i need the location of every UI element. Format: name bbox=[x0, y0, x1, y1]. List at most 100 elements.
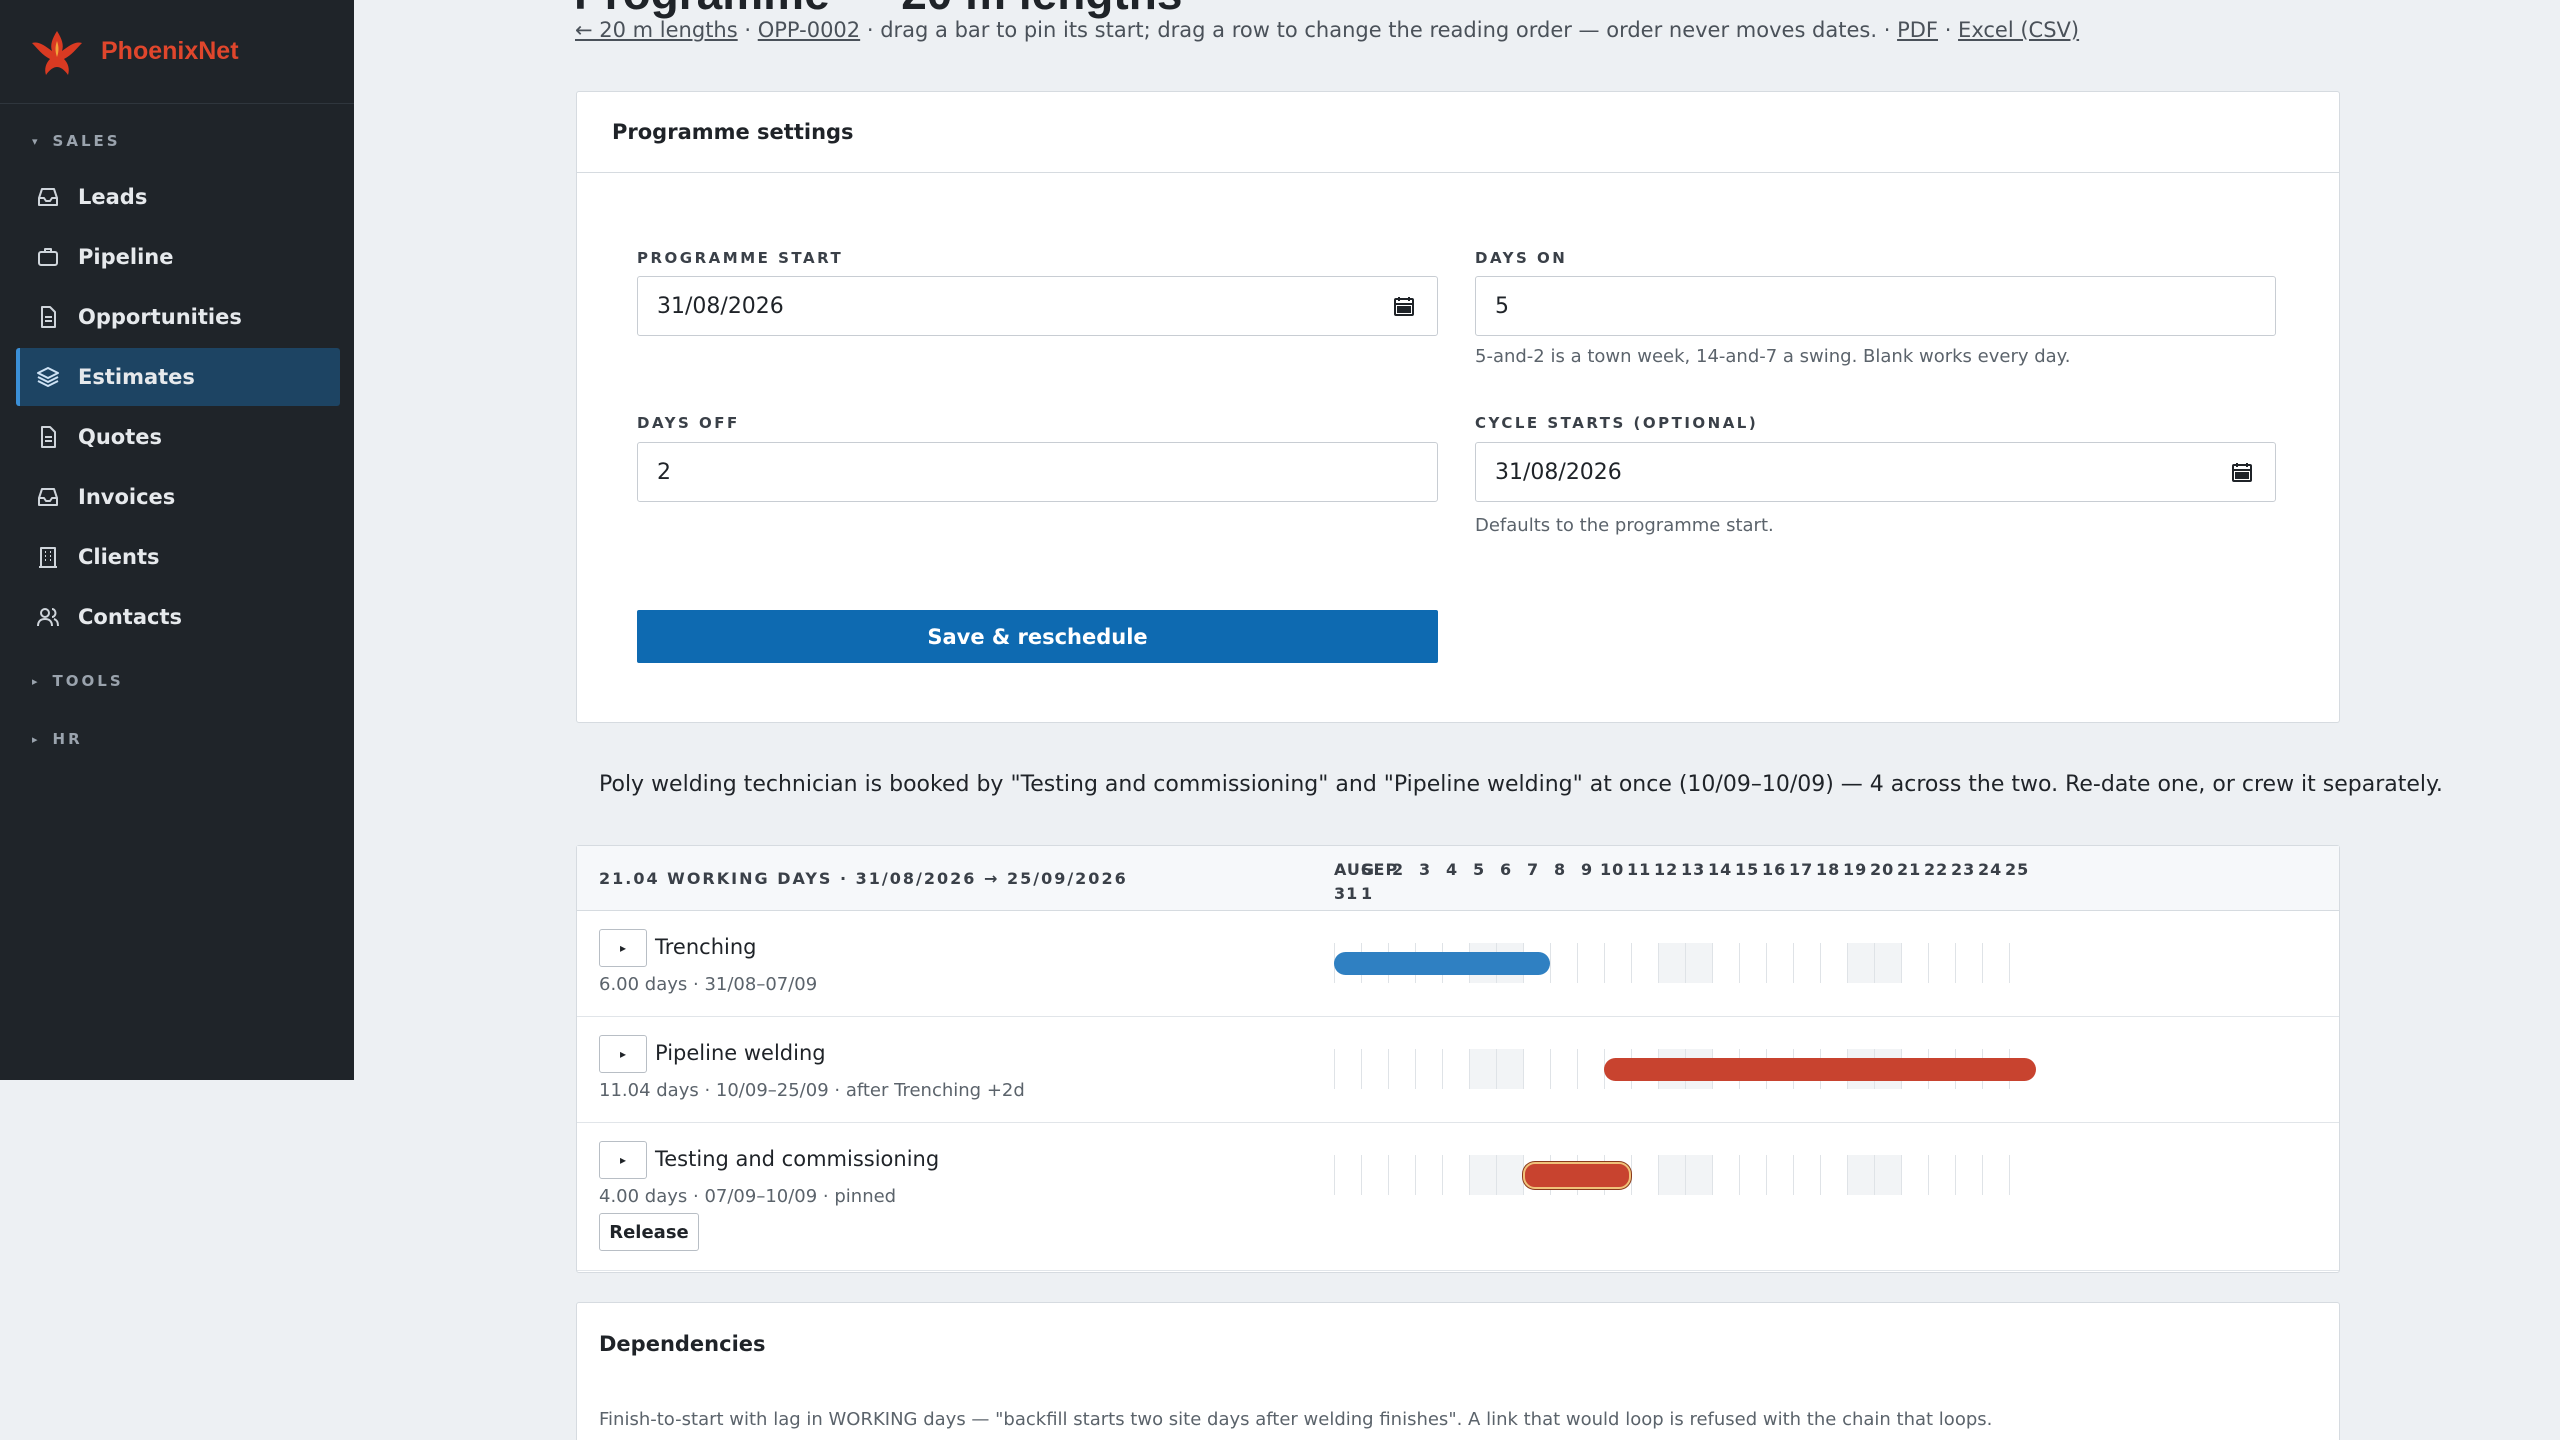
sidebar: PhoenixNet ▾ SALES Leads Pipeline Opport… bbox=[0, 0, 354, 1080]
day-gridline bbox=[1793, 943, 1794, 983]
calendar-icon[interactable] bbox=[2231, 461, 2253, 483]
day-tick-label: 15 bbox=[1735, 860, 1760, 879]
day-gridline bbox=[1928, 943, 1929, 983]
day-tick-label: 12 bbox=[1654, 860, 1679, 879]
cycle-starts-input[interactable]: 31/08/2026 bbox=[1475, 442, 2276, 502]
sidebar-section-tools[interactable]: ▸ TOOLS bbox=[0, 664, 354, 698]
day-gridline bbox=[1901, 943, 1902, 983]
task-meta: 6.00 days · 31/08–07/09 bbox=[599, 974, 818, 995]
gantt-row[interactable]: ▸ Pipeline welding 11.04 days · 10/09–25/0… bbox=[577, 1017, 2339, 1123]
brand[interactable]: PhoenixNet bbox=[0, 0, 354, 104]
day-gridline bbox=[1874, 943, 1875, 983]
sidebar-section-label: SALES bbox=[52, 132, 121, 150]
day-tick-label: 4 bbox=[1446, 860, 1459, 879]
day-tick-label: 17 bbox=[1789, 860, 1814, 879]
day-tick-label: 8 bbox=[1554, 860, 1567, 879]
expand-row-button[interactable]: ▸ bbox=[599, 1141, 647, 1179]
day-tick-label: 7 bbox=[1527, 860, 1540, 879]
day-gridline bbox=[1442, 1155, 1443, 1195]
day-tick-label: 31 bbox=[1334, 884, 1359, 903]
gantt-row[interactable]: ▸ Trenching 6.00 days · 31/08–07/09 bbox=[577, 911, 2339, 1017]
days-on-input[interactable]: 5 bbox=[1475, 276, 2276, 336]
day-tick-label: 22 bbox=[1924, 860, 1949, 879]
inbox-icon bbox=[34, 183, 62, 211]
day-gridline bbox=[1874, 1155, 1875, 1195]
day-tick-label: 11 bbox=[1627, 860, 1652, 879]
day-gridline bbox=[1901, 1155, 1902, 1195]
day-gridline bbox=[1631, 943, 1632, 983]
sidebar-item-quotes[interactable]: Quotes bbox=[16, 408, 340, 466]
task-bar[interactable] bbox=[1604, 1058, 2036, 1081]
sidebar-item-label: Estimates bbox=[78, 365, 195, 389]
sidebar-item-opportunities[interactable]: Opportunities bbox=[16, 288, 340, 346]
caret-down-icon: ▾ bbox=[32, 134, 41, 148]
gantt-header: 21.04 WORKING DAYS · 31/08/2026 → 25/09/… bbox=[577, 846, 2339, 911]
sidebar-item-label: Invoices bbox=[78, 485, 176, 509]
day-tick-label: 1 bbox=[1361, 884, 1374, 903]
pdf-link[interactable]: PDF bbox=[1897, 18, 1938, 42]
separator: · bbox=[1944, 18, 1959, 42]
day-gridline bbox=[1604, 943, 1605, 983]
sidebar-item-label: Contacts bbox=[78, 605, 182, 629]
csv-link[interactable]: Excel (CSV) bbox=[1958, 18, 2079, 42]
day-gridline bbox=[1496, 1049, 1497, 1089]
release-pin-button[interactable]: Release bbox=[599, 1213, 699, 1251]
expand-row-button[interactable]: ▸ bbox=[599, 1035, 647, 1073]
document-icon bbox=[34, 303, 62, 331]
sidebar-section-hr[interactable]: ▸ HR bbox=[0, 722, 354, 756]
calendar-icon[interactable] bbox=[1393, 295, 1415, 317]
programme-gantt: 21.04 WORKING DAYS · 31/08/2026 → 25/09/… bbox=[576, 845, 2340, 1273]
day-gridline bbox=[1712, 1155, 1713, 1195]
day-gridline bbox=[2009, 1155, 2010, 1195]
days-off-input[interactable]: 2 bbox=[637, 442, 1438, 502]
day-gridline bbox=[1739, 1155, 1740, 1195]
day-tick-label: 10 bbox=[1600, 860, 1625, 879]
sidebar-item-pipeline[interactable]: Pipeline bbox=[16, 228, 340, 286]
day-gridline bbox=[2009, 943, 2010, 983]
day-gridline bbox=[1982, 943, 1983, 983]
caret-right-icon: ▸ bbox=[32, 732, 41, 746]
instructions-text: · drag a bar to pin its start; drag a ro… bbox=[866, 18, 1891, 42]
users-icon bbox=[34, 603, 62, 631]
inbox-icon bbox=[34, 483, 62, 511]
day-gridline bbox=[1712, 943, 1713, 983]
cycle-starts-value: 31/08/2026 bbox=[1495, 459, 1622, 485]
day-gridline bbox=[1739, 943, 1740, 983]
programme-start-value: 31/08/2026 bbox=[657, 293, 784, 319]
sidebar-section-sales[interactable]: ▾ SALES bbox=[0, 124, 354, 158]
sidebar-item-contacts[interactable]: Contacts bbox=[16, 588, 340, 646]
day-tick-label: 5 bbox=[1473, 860, 1486, 879]
sidebar-item-clients[interactable]: Clients bbox=[16, 528, 340, 586]
cycle-starts-label: CYCLE STARTS (OPTIONAL) bbox=[1475, 414, 1759, 432]
gantt-row[interactable]: ▸ Testing and commissioning 4.00 days · 07… bbox=[577, 1123, 2339, 1271]
gantt-rows: ▸ Trenching 6.00 days · 31/08–07/09 ▸ Pipeli… bbox=[577, 911, 2339, 1271]
day-gridline bbox=[1334, 1155, 1335, 1195]
expand-row-button[interactable]: ▸ bbox=[599, 929, 647, 967]
day-gridline bbox=[1577, 1049, 1578, 1089]
day-gridline bbox=[1523, 1049, 1524, 1089]
sidebar-section-label: TOOLS bbox=[52, 672, 124, 690]
sidebar-item-invoices[interactable]: Invoices bbox=[16, 468, 340, 526]
sidebar-item-estimates[interactable]: Estimates bbox=[16, 348, 340, 406]
dependencies-title: Dependencies bbox=[599, 1331, 766, 1356]
day-gridline bbox=[1820, 1155, 1821, 1195]
day-gridline bbox=[1955, 943, 1956, 983]
sidebar-item-leads[interactable]: Leads bbox=[16, 168, 340, 226]
building-icon bbox=[34, 543, 62, 571]
day-gridline bbox=[1415, 1155, 1416, 1195]
day-gridline bbox=[1766, 943, 1767, 983]
pinned-task-bar[interactable] bbox=[1523, 1162, 1631, 1189]
task-bar[interactable] bbox=[1334, 952, 1550, 975]
days-on-value: 5 bbox=[1495, 293, 1509, 319]
days-off-label: DAYS OFF bbox=[637, 414, 740, 432]
opportunity-link[interactable]: OPP-0002 bbox=[758, 18, 860, 42]
save-reschedule-button[interactable]: Save & reschedule bbox=[637, 610, 1438, 663]
day-gridline bbox=[1847, 943, 1848, 983]
phoenix-logo-icon bbox=[28, 23, 86, 81]
back-link[interactable]: ← 20 m lengths bbox=[575, 18, 738, 42]
day-tick-label: 20 bbox=[1870, 860, 1895, 879]
programme-start-input[interactable]: 31/08/2026 bbox=[637, 276, 1438, 336]
day-tick-label: 2 bbox=[1392, 860, 1405, 879]
day-gridline bbox=[1658, 943, 1659, 983]
page-subheader: ← 20 m lengths · OPP-0002 · drag a bar t… bbox=[575, 18, 2079, 42]
